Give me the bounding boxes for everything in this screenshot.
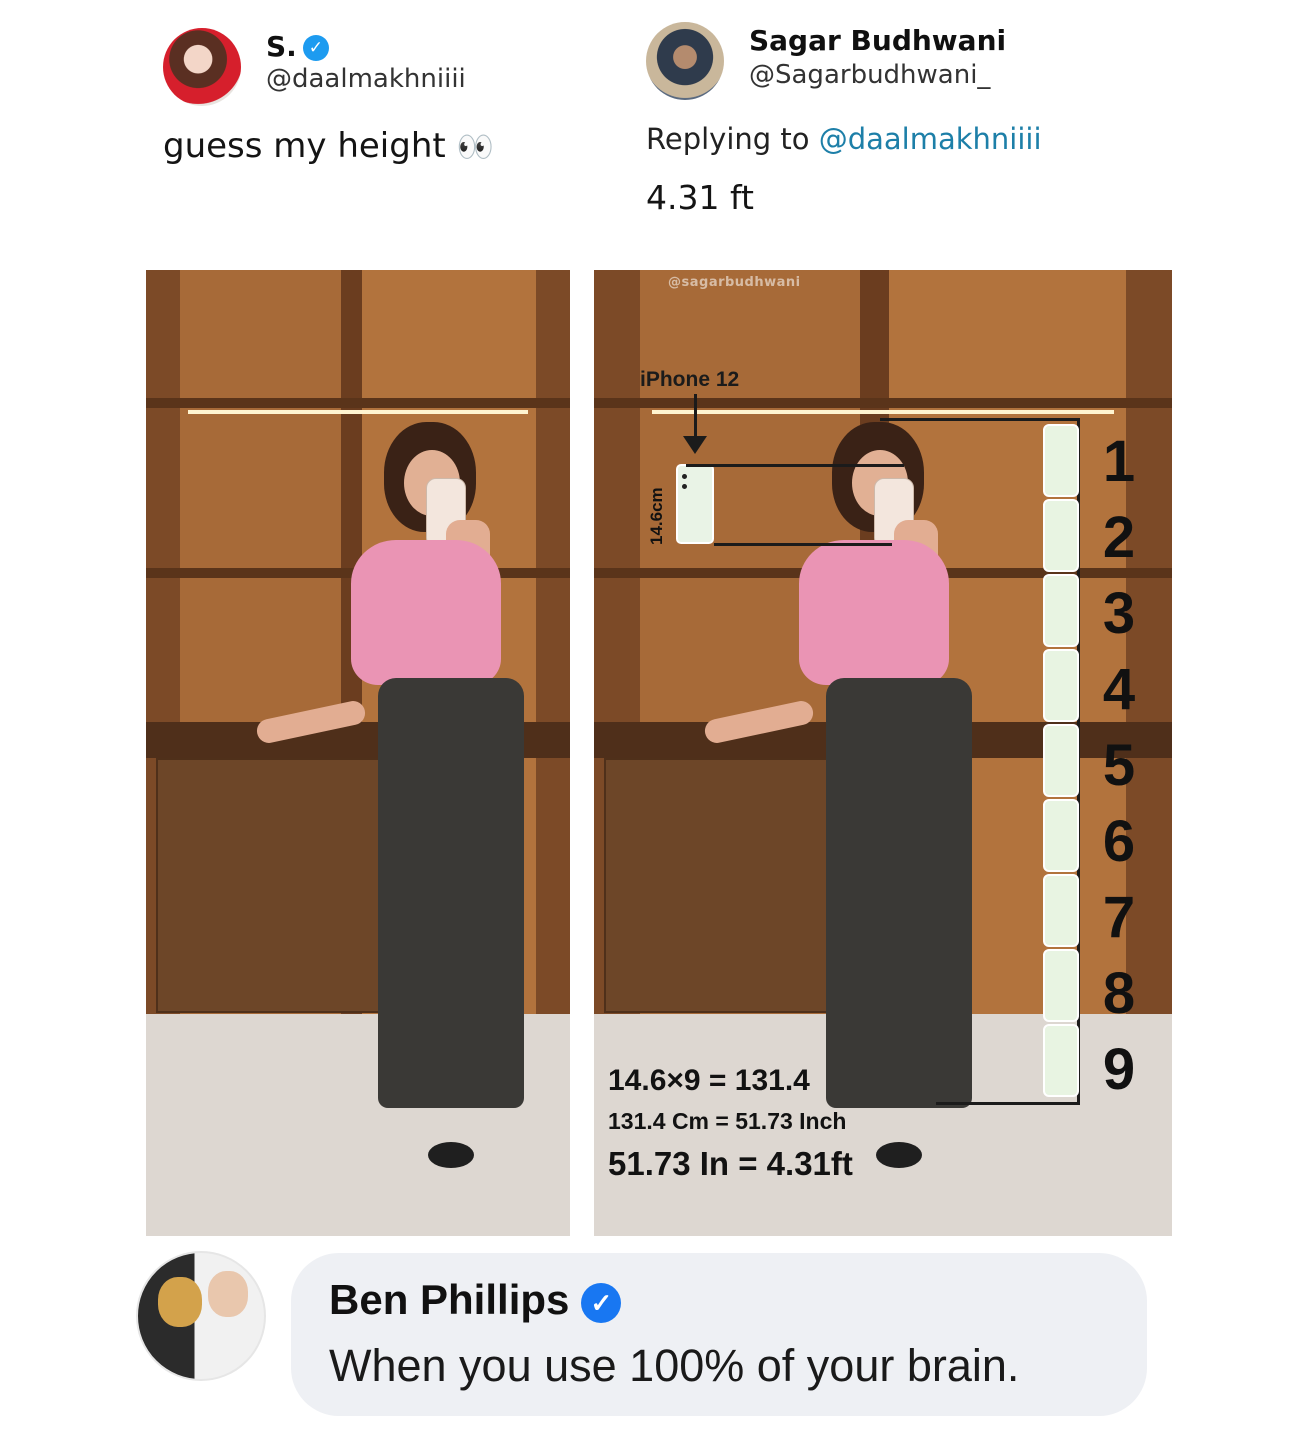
avatar[interactable] [136,1251,266,1381]
person-shoe [428,1142,474,1168]
stack-number: 9 [1102,1037,1136,1102]
shelf [594,398,1172,408]
stacked-phone [1043,874,1079,947]
shelf [146,398,570,408]
watermark: @sagarbudhwani [668,275,801,290]
avatar[interactable] [163,28,241,106]
measure-line-bottom [714,543,892,546]
comment-author[interactable]: Ben Phillips ✓ [329,1276,622,1324]
avatar-face [208,1271,248,1317]
stack-number: 2 [1102,505,1136,570]
eyes-emoji-icon: 👀 [456,130,494,165]
cabinet [604,758,829,1013]
original-photo [146,270,570,1236]
replying-to: Replying to @daalmakhniiii [646,122,1042,156]
tweet-author-handle[interactable]: @Sagarbudhwani_ [749,60,990,90]
reply-text: 4.31 ft [646,178,754,217]
replying-handle-link[interactable]: @daalmakhniiii [819,122,1042,156]
stack-number: 5 [1102,733,1136,798]
stack-number: 8 [1102,961,1136,1026]
calc-line-3: 51.73 In = 4.31ft [608,1145,853,1182]
stacked-phone [1043,949,1079,1022]
stack-number: 4 [1102,657,1136,722]
tweet-text-body: guess my height [163,126,446,166]
tweet-author-name[interactable]: S. ✓ [266,30,329,63]
comment-author-name: Ben Phillips [329,1276,570,1323]
author-name-text: S. [266,30,297,63]
stack-number: 1 [1102,429,1136,494]
stacked-phone [1043,574,1079,647]
cabinet [156,758,381,1013]
stacked-phone [1043,724,1079,797]
stack-number: 3 [1102,581,1136,646]
tweet-author-name[interactable]: Sagar Budhwani [749,24,1006,57]
tweet-author-handle[interactable]: @daalmakhniiii [266,64,466,94]
stacked-phone [1043,799,1079,872]
arrow-stem [694,394,697,438]
height-line-bottom [936,1102,1078,1105]
avatar-face [158,1277,202,1327]
stacked-phone [1043,424,1079,497]
camera-dot [682,474,687,479]
person-shoe [876,1142,922,1168]
person-pants [378,678,524,1108]
tweet-text: guess my height 👀 [163,126,494,166]
stack-number: 6 [1102,809,1136,874]
stacked-phone [1043,649,1079,722]
calc-line-1: 14.6×9 = 131.4 [608,1064,810,1097]
avatar[interactable] [646,22,724,100]
person-top [351,540,501,685]
stacked-phone [1043,1024,1079,1097]
measure-line-top [686,464,904,467]
person-pants [826,678,972,1108]
calc-line-2: 131.4 Cm = 51.73 Inch [608,1108,847,1134]
replying-prefix: Replying to [646,122,810,156]
stack-number: 7 [1102,885,1136,950]
comment-text: When you use 100% of your brain. [329,1340,1020,1391]
phone-height-label: 14.6cm [647,487,666,545]
camera-dot [682,484,687,489]
arrow-down-icon [683,436,707,454]
verified-badge-icon: ✓ [581,1282,622,1323]
person-top [799,540,949,685]
stacked-phone [1043,499,1079,572]
verified-badge-icon: ✓ [302,35,329,61]
shelf-light [188,410,528,414]
shelf-light [651,410,1115,414]
iphone-label: iPhone 12 [640,368,740,391]
height-line-top [880,418,1078,421]
